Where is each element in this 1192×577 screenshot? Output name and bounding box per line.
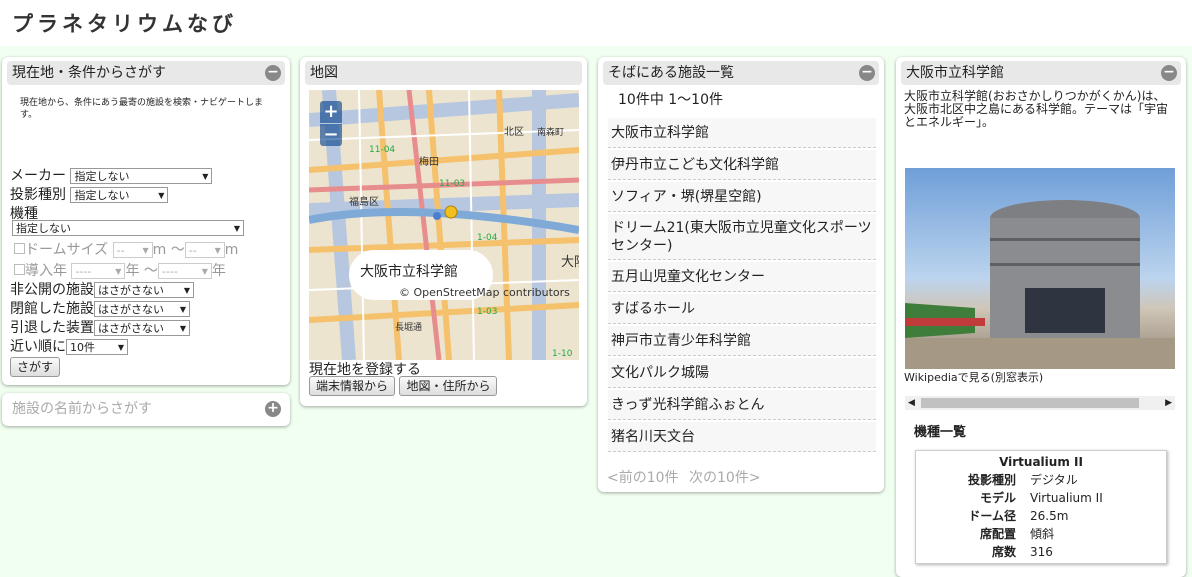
model-row-value: 316 <box>1030 545 1053 559</box>
model-row-key: モデル <box>979 491 1016 505</box>
model-row-key: 席配置 <box>979 527 1016 541</box>
dome-to-select[interactable]: -- <box>184 242 225 259</box>
search-panel-header[interactable]: 現在地・条件からさがす − <box>7 61 285 85</box>
facility-list-item[interactable]: すばるホール <box>608 294 876 324</box>
map-label: 梅田 <box>419 155 439 168</box>
nearby-list-title: そばにある施設一覧 <box>608 65 734 81</box>
map-panel-header: 地図 <box>305 61 582 85</box>
dome-from-select[interactable]: -- <box>112 242 153 259</box>
model-list-title: 機種一覧 <box>914 425 967 440</box>
map-view[interactable]: 北区 梅田 福島区 南森町 11-04 11-03 1-04 1-03 1-10… <box>309 90 579 360</box>
collapse-icon[interactable]: − <box>859 65 875 81</box>
retired-label: 引退した装置 <box>10 320 94 336</box>
year-unit-to: 年 <box>211 263 226 279</box>
model-row-key: 席数 <box>991 545 1016 559</box>
header: プラネタリウムなび <box>0 0 1192 46</box>
maker-label: メーカー <box>10 168 66 184</box>
search-description: 現在地から、条件にあう最寄の施設を検索・ナビゲートします。 <box>20 98 264 120</box>
projection-label: 投影種別 <box>10 187 66 203</box>
nearby-list-header[interactable]: そばにある施設一覧 − <box>603 61 879 85</box>
next-page-link[interactable]: 次の10件> <box>689 470 761 486</box>
model-row-value: デジタル <box>1030 473 1078 487</box>
model-row-key: 投影種別 <box>967 473 1016 487</box>
retired-select[interactable]: はさがさない <box>94 320 190 337</box>
detail-title: 大阪市立科学館 <box>906 65 1004 81</box>
map-label: 11-03 <box>439 179 465 189</box>
closed-label: 閉館した施設 <box>10 301 94 317</box>
expand-icon[interactable]: + <box>265 401 281 417</box>
nearest-label: 近い順に <box>10 339 66 355</box>
wikipedia-link[interactable]: Wikipediaで見る(別窓表示) <box>904 369 1043 385</box>
site-title: プラネタリウムなび <box>12 12 237 36</box>
nearest-select[interactable]: 10件 <box>66 339 128 356</box>
closed-select[interactable]: はさがさない <box>94 301 190 318</box>
register-from-device-button[interactable]: 端末情報から <box>309 376 396 396</box>
facility-list-item[interactable]: きっず光科学館ふぉとん <box>608 390 876 420</box>
zoom-in-button[interactable]: + <box>320 101 342 123</box>
detail-description: 大阪市立科学館(おおさかしりつかがくかん)は、大阪市北区中之島にある科学館。テー… <box>904 89 1169 129</box>
search-panel: 現在地・条件からさがす − 現在地から、条件にあう最寄の施設を検索・ナビゲートしま… <box>2 57 290 385</box>
model-name: Virtualium II <box>999 455 1083 469</box>
map-label: 1-10 <box>552 349 573 359</box>
map-label: 北区 <box>504 126 524 138</box>
map-label: 1-03 <box>477 307 497 317</box>
search-panel-title: 現在地・条件からさがす <box>12 65 166 81</box>
scroll-right-icon[interactable]: ▶ <box>1165 396 1172 410</box>
map-label: 11-04 <box>369 145 395 155</box>
facility-list-item[interactable]: ドリーム21(東大阪市立児童文化スポーツセンター) <box>608 214 876 260</box>
name-search-header[interactable]: 施設の名前からさがす + <box>7 397 285 421</box>
name-search-panel: 施設の名前からさがす + <box>2 393 290 426</box>
model-row-value: 傾斜 <box>1030 527 1055 541</box>
map-label: 大阪 <box>561 255 579 270</box>
collapse-icon[interactable]: − <box>1161 65 1177 81</box>
facility-list-item[interactable]: ソフィア・堺(堺星空館) <box>608 182 876 212</box>
map-label: 南森町 <box>537 126 564 138</box>
current-position-icon <box>433 212 441 220</box>
dome-unit-from: m 〜 <box>152 242 185 258</box>
year-unit-from: 年 〜 <box>125 263 158 279</box>
maker-select[interactable]: 指定しない <box>70 168 213 185</box>
year-label: 導入年 <box>25 263 67 279</box>
facility-list-item[interactable]: 大阪市立科学館 <box>608 118 876 148</box>
model-card: Virtualium II 投影種別 デジタル モデル Virtualium II … <box>915 450 1167 564</box>
zoom-out-button[interactable]: − <box>320 124 342 146</box>
facility-list-item[interactable]: 神戸市立青少年科学館 <box>608 326 876 356</box>
map-attribution: © OpenStreetMap contributors <box>399 286 570 299</box>
facility-photo <box>905 168 1175 369</box>
year-checkbox[interactable] <box>14 264 25 275</box>
year-to-select[interactable]: ---- <box>157 263 212 280</box>
map-popup-label: 大阪市立科学館 <box>360 264 458 280</box>
dome-unit-to: m <box>224 242 239 258</box>
model-row-key: ドーム径 <box>968 509 1016 523</box>
search-button[interactable]: さがす <box>10 357 61 377</box>
facility-list-item[interactable]: 猪名川天文台 <box>608 422 876 452</box>
map-label: 1-04 <box>477 233 498 243</box>
result-count: 10件中 1〜10件 <box>618 92 723 108</box>
dome-checkbox[interactable] <box>14 243 25 254</box>
detail-header[interactable]: 大阪市立科学館 − <box>901 61 1181 85</box>
map-label: 長堀通 <box>395 322 422 333</box>
map-label: 福島区 <box>349 195 379 208</box>
map-panel-title: 地図 <box>310 65 338 81</box>
facility-list-item[interactable]: 五月山児童文化センター <box>608 262 876 292</box>
location-marker-icon[interactable] <box>444 205 458 219</box>
name-search-title: 施設の名前からさがす <box>12 401 152 417</box>
photo-scrollbar[interactable]: ◀ ▶ <box>905 396 1175 410</box>
model-row-value: Virtualium II <box>1030 491 1103 505</box>
scroll-left-icon[interactable]: ◀ <box>908 396 915 410</box>
year-from-select[interactable]: ---- <box>71 263 126 280</box>
model-row-value: 26.5m <box>1030 509 1069 523</box>
facility-list-item[interactable]: 文化パルク城陽 <box>608 358 876 388</box>
private-select[interactable]: はさがさない <box>94 282 194 299</box>
private-label: 非公開の施設 <box>10 282 94 298</box>
register-from-address-button[interactable]: 地図・住所から <box>399 376 498 396</box>
dome-label: ドームサイズ <box>25 242 109 258</box>
projection-select[interactable]: 指定しない <box>70 187 169 204</box>
model-select[interactable]: 指定しない <box>12 220 244 237</box>
facility-list-item[interactable]: 伊丹市立こども文化科学館 <box>608 150 876 180</box>
prev-page-link[interactable]: <前の10件 <box>607 470 679 486</box>
scroll-thumb[interactable] <box>921 398 1139 408</box>
map-canvas[interactable]: 北区 梅田 福島区 南森町 11-04 11-03 1-04 1-03 1-10… <box>309 90 579 360</box>
collapse-icon[interactable]: − <box>265 65 281 81</box>
